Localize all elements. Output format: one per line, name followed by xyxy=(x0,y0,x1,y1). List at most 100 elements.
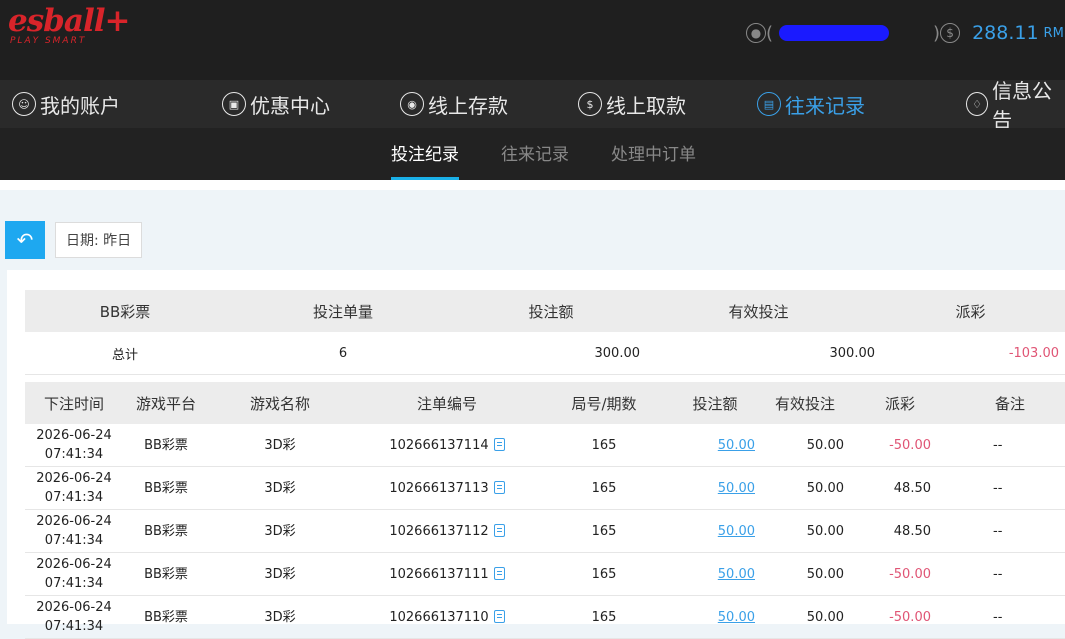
summary-header: 投注额 xyxy=(461,290,641,332)
cell-game: 3D彩 xyxy=(209,595,351,639)
cell-bet: 50.00 xyxy=(665,552,765,596)
tab-pending-orders[interactable]: 处理中订单 xyxy=(611,128,696,180)
nav-announcements[interactable]: ♢ 信息公告 xyxy=(966,80,1065,128)
cell-time: 2026-06-24 07:41:34 xyxy=(25,595,123,639)
cell-time: 2026-06-24 07:41:34 xyxy=(25,509,123,553)
cell-round: 165 xyxy=(543,466,665,510)
summary-bet: 300.00 xyxy=(461,332,641,375)
top-header: esball+ PLAY SMART ● ( ) $ 288.11 RM xyxy=(0,0,1065,80)
date-filter[interactable]: 日期: 昨日 xyxy=(55,222,143,258)
sub-tabs: 投注纪录 往来记录 处理中订单 xyxy=(0,128,1065,180)
cell-round: 165 xyxy=(543,509,665,553)
nav-my-account[interactable]: ☺ 我的账户 xyxy=(12,80,120,128)
order-id-text: 102666137113 xyxy=(389,480,489,496)
cell-date: 2026-06-24 xyxy=(36,514,112,529)
copy-icon[interactable] xyxy=(493,523,505,537)
cell-valid: 50.00 xyxy=(765,466,845,510)
records-header: 有效投注 xyxy=(765,382,845,424)
summary-valid: 300.00 xyxy=(641,332,876,375)
balance-unit: RM xyxy=(1043,25,1064,41)
nav-label: 信息公告 xyxy=(992,80,1053,128)
back-arrow-icon: ↶ xyxy=(16,228,34,252)
records-header: 投注额 xyxy=(665,382,765,424)
bet-amount-link[interactable]: 50.00 xyxy=(718,567,755,582)
bet-amount-link[interactable]: 50.00 xyxy=(718,610,755,625)
cell-payout: 48.50 xyxy=(845,466,955,510)
main-nav: ☺ 我的账户 ▣ 优惠中心 ◉ 线上存款 $ 线上取款 ▤ 往来记录 ♢ 信息公… xyxy=(0,80,1065,128)
nav-withdraw[interactable]: $ 线上取款 xyxy=(578,80,686,128)
cell-platform: BB彩票 xyxy=(123,424,209,467)
records-table: 下注时间 游戏平台 游戏名称 注单编号 局号/期数 投注额 有效投注 派彩 备注… xyxy=(25,382,1065,639)
cell-platform: BB彩票 xyxy=(123,466,209,510)
cell-date: 2026-06-24 xyxy=(36,557,112,572)
cell-date: 2026-06-24 xyxy=(36,471,112,486)
cell-payout: -50.00 xyxy=(845,552,955,596)
cell-date: 2026-06-24 xyxy=(36,600,112,615)
cell-platform: BB彩票 xyxy=(123,595,209,639)
nav-deposit[interactable]: ◉ 线上存款 xyxy=(400,80,508,128)
cell-bet: 50.00 xyxy=(665,509,765,553)
bet-amount-link[interactable]: 50.00 xyxy=(718,438,755,453)
username-redacted xyxy=(779,25,890,41)
order-id-text: 102666137110 xyxy=(389,609,489,625)
cell-order-id: 102666137113 xyxy=(351,466,543,510)
tab-bet-records[interactable]: 投注纪录 xyxy=(391,128,459,180)
records-icon: ▤ xyxy=(757,92,781,116)
bet-amount-link[interactable]: 50.00 xyxy=(718,524,755,539)
cell-game: 3D彩 xyxy=(209,424,351,467)
summary-count: 6 xyxy=(225,332,461,375)
cell-note: -- xyxy=(955,552,1065,596)
nav-records[interactable]: ▤ 往来记录 xyxy=(757,80,865,128)
records-header: 下注时间 xyxy=(25,382,123,424)
cell-time: 2026-06-24 07:41:34 xyxy=(25,424,123,467)
cell-order-id: 102666137112 xyxy=(351,509,543,553)
logo-text: esball+ xyxy=(8,3,130,39)
tab-transactions[interactable]: 往来记录 xyxy=(501,128,569,180)
records-header: 游戏平台 xyxy=(123,382,209,424)
table-row: 2026-06-24 07:41:34 BB彩票 3D彩 102666137114 165… xyxy=(25,424,1065,467)
summary-label: 总计 xyxy=(25,332,225,375)
cell-platform: BB彩票 xyxy=(123,552,209,596)
table-row: 2026-06-24 07:41:34 BB彩票 3D彩 102666137111 165… xyxy=(25,552,1065,596)
user-area: ● ( ) $ 288.11 RM xyxy=(746,22,1064,44)
copy-icon[interactable] xyxy=(493,437,505,451)
table-row: 2026-06-24 07:41:34 BB彩票 3D彩 102666137112 165… xyxy=(25,509,1065,553)
paren-open: ( xyxy=(766,22,774,44)
summary-payout: -103.00 xyxy=(876,332,1065,375)
records-body: 2026-06-24 07:41:34 BB彩票 3D彩 102666137114 165… xyxy=(25,424,1065,639)
cell-payout: -50.00 xyxy=(845,595,955,639)
cell-clock: 07:41:34 xyxy=(44,619,104,634)
cell-note: -- xyxy=(955,466,1065,510)
cell-game: 3D彩 xyxy=(209,552,351,596)
bell-icon: ♢ xyxy=(966,92,989,116)
cell-clock: 07:41:34 xyxy=(44,490,104,505)
cell-bet: 50.00 xyxy=(665,424,765,467)
cell-order-id: 102666137110 xyxy=(351,595,543,639)
summary-header: 派彩 xyxy=(876,290,1065,332)
coin-icon: ◉ xyxy=(400,92,424,116)
summary-header: BB彩票 xyxy=(25,290,225,332)
records-header: 局号/期数 xyxy=(543,382,665,424)
nav-label: 优惠中心 xyxy=(250,93,330,118)
dollar-icon: $ xyxy=(940,23,961,43)
nav-label: 我的账户 xyxy=(40,93,120,118)
cell-round: 165 xyxy=(543,552,665,596)
balance-amount: 288.11 xyxy=(972,22,1039,44)
bet-amount-link[interactable]: 50.00 xyxy=(718,481,755,496)
order-id-text: 102666137112 xyxy=(389,523,489,539)
copy-icon[interactable] xyxy=(493,566,505,580)
cell-clock: 07:41:34 xyxy=(44,576,104,591)
cell-round: 165 xyxy=(543,424,665,467)
cell-game: 3D彩 xyxy=(209,509,351,553)
cell-game: 3D彩 xyxy=(209,466,351,510)
cell-bet: 50.00 xyxy=(665,466,765,510)
logo[interactable]: esball+ PLAY SMART xyxy=(8,3,130,46)
order-id-text: 102666137114 xyxy=(389,437,489,453)
person-icon: ☺ xyxy=(12,92,36,116)
nav-promotions[interactable]: ▣ 优惠中心 xyxy=(222,80,330,128)
back-button[interactable]: ↶ xyxy=(5,221,45,259)
user-icon: ● xyxy=(746,23,766,43)
copy-icon[interactable] xyxy=(493,609,505,623)
copy-icon[interactable] xyxy=(493,480,505,494)
gift-icon: ▣ xyxy=(222,92,246,116)
